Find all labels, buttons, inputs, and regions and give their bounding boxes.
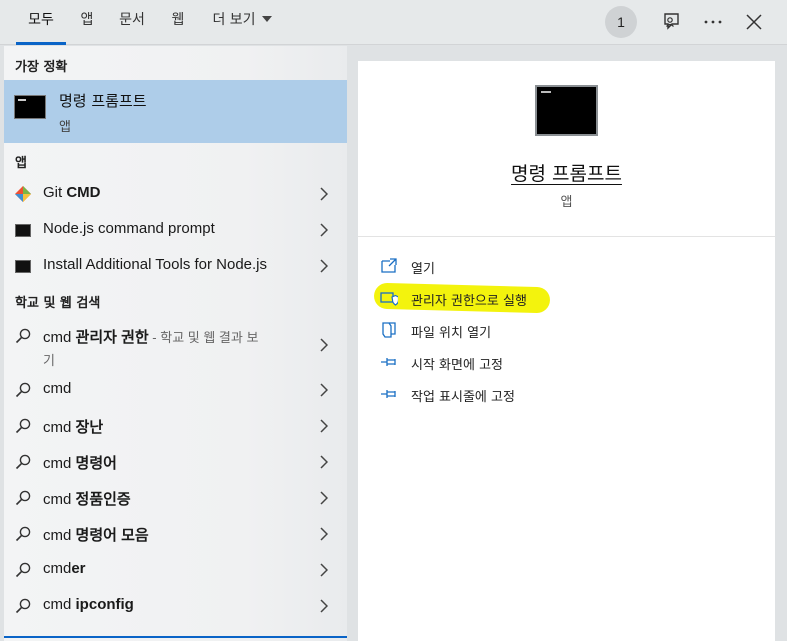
git-icon bbox=[15, 186, 31, 202]
best-match-item[interactable]: 명령 프롬프트 앱 bbox=[4, 80, 347, 143]
chevron-right-icon[interactable] bbox=[320, 223, 328, 237]
web-item-label: cmd 정품인증 bbox=[43, 491, 131, 508]
tab-web[interactable]: 웹 bbox=[164, 0, 192, 45]
chevron-right-icon[interactable] bbox=[320, 419, 328, 433]
cmd-icon bbox=[15, 260, 31, 273]
chevron-right-icon[interactable] bbox=[320, 563, 328, 577]
app-item-label: Git CMD bbox=[43, 184, 101, 201]
best-match-type: 앱 bbox=[59, 120, 71, 135]
chevron-right-icon[interactable] bbox=[320, 527, 328, 541]
chevron-right-icon[interactable] bbox=[320, 383, 328, 397]
open-icon bbox=[381, 258, 397, 273]
shield-icon bbox=[380, 292, 398, 306]
detail-panel: 명령 프롬프트 앱 열기 관리자 권한으로 실행 파일 위치 열기 시작 화면에… bbox=[358, 61, 775, 641]
cmd-icon bbox=[15, 224, 31, 237]
search-top-bar: 모두 앱 문서 웹 더 보기 1 bbox=[0, 0, 787, 45]
search-icon bbox=[15, 454, 31, 470]
app-item-nodejs-tools[interactable]: Install Additional Tools for Node.js bbox=[4, 248, 347, 284]
close-icon[interactable] bbox=[740, 8, 768, 36]
more-icon[interactable] bbox=[699, 8, 727, 36]
web-item-label: cmd 장난 bbox=[43, 419, 104, 436]
tab-more[interactable]: 더 보기 bbox=[206, 0, 278, 45]
web-item[interactable]: cmd 장난 bbox=[4, 408, 347, 444]
web-item[interactable]: cmd 명령어 모음 bbox=[4, 516, 347, 552]
app-item-git-cmd[interactable]: Git CMD bbox=[4, 176, 347, 212]
action-label: 관리자 권한으로 실행 bbox=[411, 294, 527, 309]
tab-documents[interactable]: 문서 bbox=[114, 0, 150, 45]
action-label: 작업 표시줄에 고정 bbox=[411, 390, 515, 405]
web-item-label: cmd 명령어 bbox=[43, 455, 117, 472]
cmd-icon bbox=[14, 95, 46, 119]
divider bbox=[358, 236, 775, 237]
app-item-label: Node.js command prompt bbox=[43, 220, 215, 237]
search-icon bbox=[15, 490, 31, 506]
web-item-label: cmd bbox=[43, 380, 72, 397]
feedback-icon[interactable] bbox=[657, 8, 685, 36]
chevron-right-icon[interactable] bbox=[320, 491, 328, 505]
best-match-heading: 가장 정확 bbox=[15, 60, 68, 75]
chevron-right-icon[interactable] bbox=[320, 338, 328, 352]
web-item-label-continued: 기 bbox=[43, 354, 55, 369]
web-item-label: cmd ipconfig bbox=[43, 596, 134, 613]
action-pin-to-start[interactable]: 시작 화면에 고정 bbox=[380, 350, 740, 374]
results-panel: 가장 정확 명령 프롬프트 앱 앱 Git CMD Node.js comman… bbox=[4, 46, 347, 641]
action-open[interactable]: 열기 bbox=[380, 254, 740, 278]
action-label: 파일 위치 열기 bbox=[411, 326, 492, 341]
search-icon bbox=[15, 328, 31, 344]
web-item-label: cmd 관리자 권한 - 학교 및 웹 결과 보 bbox=[43, 329, 259, 346]
chevron-down-icon bbox=[261, 16, 272, 22]
chevron-right-icon[interactable] bbox=[320, 187, 328, 201]
web-search-heading: 학교 및 웹 검색 bbox=[15, 296, 101, 311]
web-item[interactable]: cmd 명령어 bbox=[4, 444, 347, 480]
web-item[interactable]: cmder bbox=[4, 552, 347, 588]
web-item-label: cmd 명령어 모음 bbox=[43, 527, 149, 544]
action-run-as-admin[interactable]: 관리자 권한으로 실행 bbox=[380, 286, 740, 310]
pin-icon bbox=[381, 358, 396, 366]
search-icon bbox=[15, 598, 31, 614]
search-icon bbox=[15, 418, 31, 434]
search-icon bbox=[15, 562, 31, 578]
chevron-right-icon[interactable] bbox=[320, 455, 328, 469]
web-item[interactable]: cmd ipconfig bbox=[4, 588, 347, 624]
web-item[interactable]: cmd 정품인증 bbox=[4, 480, 347, 516]
pin-icon bbox=[381, 390, 396, 398]
notification-badge[interactable]: 1 bbox=[605, 6, 637, 38]
action-pin-to-taskbar[interactable]: 작업 표시줄에 고정 bbox=[380, 382, 740, 406]
apps-heading: 앱 bbox=[15, 156, 27, 171]
web-item[interactable]: cmd bbox=[4, 372, 347, 408]
detail-title[interactable]: 명령 프롬프트 bbox=[358, 159, 775, 186]
app-item-label: Install Additional Tools for Node.js bbox=[43, 256, 268, 273]
search-icon bbox=[15, 526, 31, 542]
tab-apps[interactable]: 앱 bbox=[72, 0, 102, 45]
action-label: 시작 화면에 고정 bbox=[411, 358, 503, 373]
web-item-label: cmder bbox=[43, 560, 86, 577]
search-box-edge bbox=[4, 636, 347, 638]
app-item-nodejs-prompt[interactable]: Node.js command prompt bbox=[4, 212, 347, 248]
action-open-file-location[interactable]: 파일 위치 열기 bbox=[380, 318, 740, 342]
cmd-icon bbox=[535, 85, 598, 136]
best-match-name: 명령 프롬프트 bbox=[59, 92, 147, 110]
tab-more-label: 더 보기 bbox=[212, 12, 256, 28]
chevron-right-icon[interactable] bbox=[320, 259, 328, 273]
web-item-admin[interactable]: cmd 관리자 권한 - 학교 및 웹 결과 보 기 bbox=[4, 318, 347, 370]
detail-subtitle: 앱 bbox=[560, 195, 573, 210]
folder-icon bbox=[382, 322, 396, 338]
search-icon bbox=[15, 382, 31, 398]
tab-all[interactable]: 모두 bbox=[16, 0, 66, 45]
chevron-right-icon[interactable] bbox=[320, 599, 328, 613]
action-label: 열기 bbox=[411, 262, 435, 277]
